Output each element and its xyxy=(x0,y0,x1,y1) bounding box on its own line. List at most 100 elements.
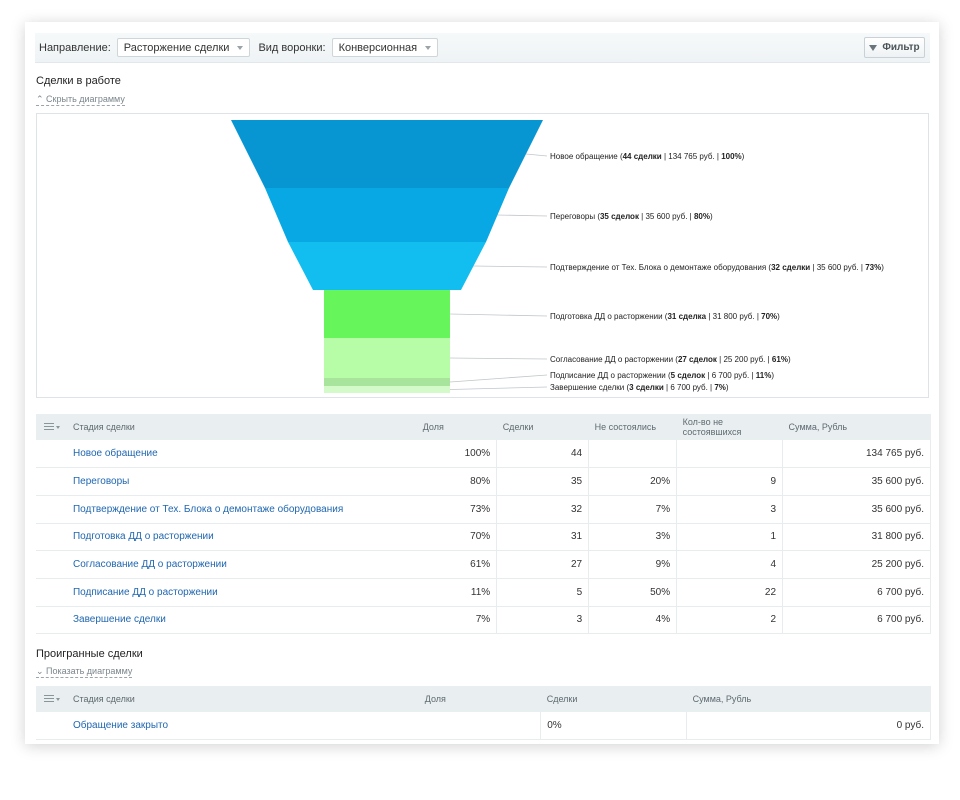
funnel-label: Новое обращение (44 сделки | 134 765 руб… xyxy=(550,152,745,161)
funnel-label-count-text: 32 сделки xyxy=(771,263,810,272)
col-header-share[interactable]: Доля xyxy=(419,686,541,712)
stage-link[interactable]: Подписание ДД о расторжении xyxy=(66,578,417,607)
funnel-label-count-text: 27 сделок xyxy=(678,355,718,364)
col-header-stage[interactable]: Стадия сделки xyxy=(67,686,419,712)
deals-cell: 32 xyxy=(496,495,590,524)
direction-value: Расторжение сделки xyxy=(123,41,230,54)
funnel-label-count-text: 35 сделок xyxy=(600,212,640,221)
col-header-failed-pct[interactable]: Не состоялись xyxy=(589,414,677,440)
share-cell: 73% xyxy=(416,495,498,524)
menu-icon xyxy=(44,695,54,702)
funnel-type-label: Вид воронки: xyxy=(258,41,326,54)
funnel-segment[interactable] xyxy=(324,290,450,338)
funnel-label: Подписание ДД о расторжении (5 сделок | … xyxy=(550,371,774,380)
stage-link[interactable]: Согласование ДД о расторжении xyxy=(66,550,417,579)
lost-deals-table: Стадия сделки Доля Сделки Сумма, Рубль О… xyxy=(36,686,931,741)
stage-link[interactable]: Переговоры xyxy=(66,467,417,496)
stage-link[interactable]: Подтверждение от Тех. Блока о демонтаже … xyxy=(66,495,417,524)
funnel-segment[interactable] xyxy=(288,242,486,290)
funnel-label-percent-text: 100% xyxy=(721,152,741,161)
row-spacer xyxy=(36,712,67,741)
funnel-chart: Новое обращение (44 сделки | 134 765 руб… xyxy=(36,113,929,398)
share-cell: 70% xyxy=(416,523,498,552)
sum-cell: 35 600 руб. xyxy=(782,495,931,524)
funnel-label-name: Новое обращение ( xyxy=(550,152,623,161)
stage-link[interactable]: Новое обращение xyxy=(66,440,417,469)
failed-pct-cell: 20% xyxy=(588,467,678,496)
funnel-segment[interactable] xyxy=(324,378,450,386)
funnel-label: Переговоры (35 сделок | 35 600 руб. | 80… xyxy=(550,212,713,221)
col-header-deals[interactable]: Сделки xyxy=(541,686,687,712)
sum-cell: 31 800 руб. xyxy=(782,523,931,552)
funnel-label-separator: ) xyxy=(788,355,791,364)
deals-cell: 27 xyxy=(496,550,590,579)
funnel-type-select[interactable]: Конверсионная xyxy=(331,38,439,57)
funnel-connector xyxy=(497,214,548,217)
funnel-label-sum-text: 6 700 руб. xyxy=(670,383,708,392)
funnel-connector xyxy=(525,153,548,157)
column-menu[interactable] xyxy=(36,414,67,440)
filter-button[interactable]: Фильтр xyxy=(864,37,925,58)
col-header-sum[interactable]: Сумма, Рубль xyxy=(687,686,931,712)
failed-count-cell: 3 xyxy=(676,495,784,524)
table-header-row: Стадия сделки Доля Сделки Не состоялись … xyxy=(36,414,931,440)
hide-diagram-label: Скрыть диаграмму xyxy=(46,94,125,104)
deals-cell: 5 xyxy=(496,578,590,607)
funnel-label-name: Подтверждение от Тех. Блока о демонтаже … xyxy=(550,263,771,272)
col-header-stage[interactable]: Стадия сделки xyxy=(67,414,417,440)
funnel-segment[interactable] xyxy=(324,386,450,393)
funnel-connector xyxy=(449,313,548,317)
sum-cell: 35 600 руб. xyxy=(782,467,931,496)
failed-pct-cell: 9% xyxy=(588,550,678,579)
failed-count-cell: 9 xyxy=(676,467,784,496)
funnel-segment[interactable] xyxy=(265,188,509,242)
funnel-label-separator: ) xyxy=(771,371,774,380)
active-deals-title: Сделки в работе xyxy=(36,75,121,87)
column-menu[interactable] xyxy=(36,686,67,712)
table-row: Подтверждение от Тех. Блока о демонтаже … xyxy=(36,495,931,524)
lost-deals-title: Проигранные сделки xyxy=(36,648,143,660)
table-row: Согласование ДД о расторжении 61% 27 9% 4 25 … xyxy=(36,550,931,579)
table-row: Подготовка ДД о расторжении 70% 31 3% 1 31 80… xyxy=(36,523,931,552)
hide-diagram-link[interactable]: ⌃ Скрыть диаграмму xyxy=(36,94,125,106)
table-row: Новое обращение 100% 44 134 765 руб. xyxy=(36,440,931,469)
failed-pct-cell: 7% xyxy=(588,495,678,524)
filter-icon xyxy=(869,44,878,51)
deals-cell: 44 xyxy=(496,440,590,469)
funnel-label-sum-text: 35 600 руб. xyxy=(817,263,859,272)
failed-pct-cell: 3% xyxy=(588,523,678,552)
funnel-segment[interactable] xyxy=(324,338,450,378)
table-row: Подписание ДД о расторжении 11% 5 50% 22 6 70… xyxy=(36,578,931,607)
sum-cell: 0 руб. xyxy=(686,712,931,741)
funnel-label-count-text: 31 сделка xyxy=(667,312,706,321)
funnel-label-separator: ) xyxy=(777,312,780,321)
share-cell: 7% xyxy=(416,606,498,635)
direction-select[interactable]: Расторжение сделки xyxy=(116,38,251,57)
sum-cell: 25 200 руб. xyxy=(782,550,931,579)
funnel-label-sum-text: 35 600 руб. xyxy=(645,212,687,221)
stage-link[interactable]: Подготовка ДД о расторжении xyxy=(66,523,417,552)
row-spacer xyxy=(36,440,67,469)
expand-icon: ⌄ xyxy=(36,666,47,676)
deals-cell: 31 xyxy=(496,523,590,552)
funnel-label-separator: ) xyxy=(710,212,713,221)
stage-link[interactable]: Обращение закрыто xyxy=(66,712,419,741)
col-header-deals[interactable]: Сделки xyxy=(497,414,589,440)
row-spacer xyxy=(36,550,67,579)
row-spacer xyxy=(36,606,67,635)
funnel-label-name: Переговоры ( xyxy=(550,212,600,221)
show-diagram-link[interactable]: ⌄ Показать диаграмму xyxy=(36,666,133,678)
sum-cell: 6 700 руб. xyxy=(782,606,931,635)
failed-pct-cell xyxy=(588,440,678,469)
failed-count-cell: 2 xyxy=(676,606,784,635)
deals-cell: 0% xyxy=(540,712,688,741)
stage-link[interactable]: Завершение сделки xyxy=(66,606,417,635)
direction-label: Направление: xyxy=(39,41,111,54)
col-header-sum[interactable]: Сумма, Рубль xyxy=(783,414,931,440)
failed-count-cell: 22 xyxy=(676,578,784,607)
col-header-share[interactable]: Доля xyxy=(417,414,497,440)
col-header-failed-count[interactable]: Кол-во не состоявшихся xyxy=(677,414,783,440)
funnel-segment[interactable] xyxy=(231,120,543,188)
funnel-label-name: Подписание ДД о расторжении ( xyxy=(550,371,671,380)
chevron-down-icon xyxy=(425,45,432,50)
